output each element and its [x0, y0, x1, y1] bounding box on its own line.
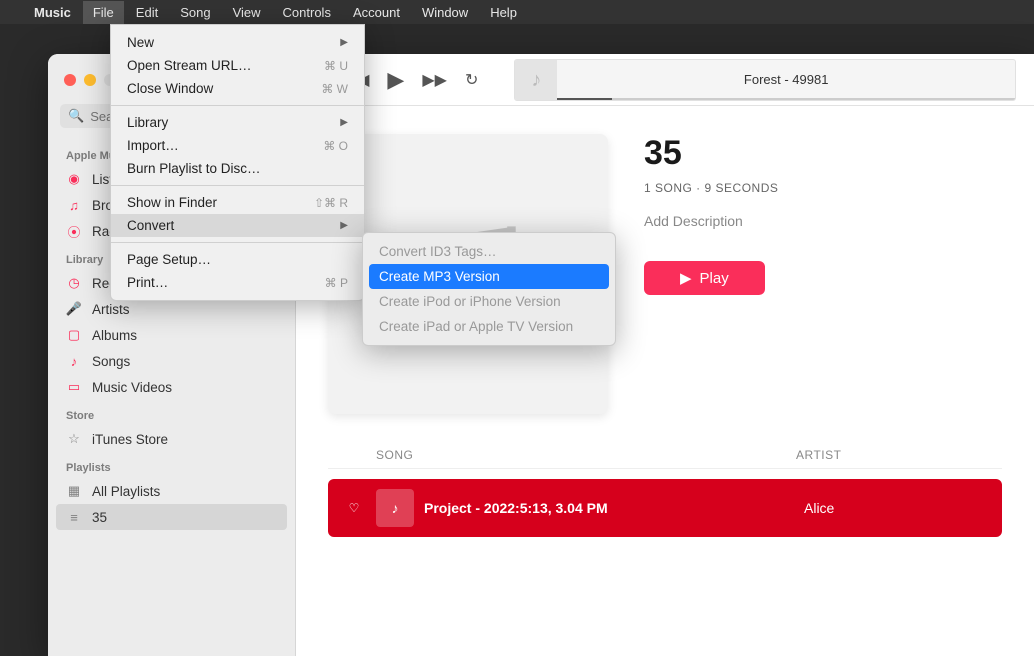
track-artist: Alice: [804, 500, 834, 516]
now-playing-panel[interactable]: ♪ Forest - 49981: [514, 59, 1016, 101]
sidebar-item-playlist-35[interactable]: ≡ 35: [56, 504, 287, 530]
broadcast-icon: ⦿: [66, 223, 82, 239]
sidebar-label: Albums: [92, 328, 137, 343]
submenu-item-create-ipod-or-iphone-version: Create iPod or iPhone Version: [369, 289, 609, 314]
playlist-title: 35: [644, 134, 778, 173]
menu-file[interactable]: File: [83, 1, 124, 24]
column-song[interactable]: SONG: [376, 448, 796, 462]
love-icon[interactable]: ♡: [342, 501, 366, 515]
repeat-icon[interactable]: ↻: [465, 70, 478, 90]
menu-item-print-[interactable]: Print…⌘ P: [111, 271, 364, 294]
minimize-window-button[interactable]: [84, 74, 96, 86]
video-icon: ▭: [66, 379, 82, 395]
menu-item-burn-playlist-to-disc-[interactable]: Burn Playlist to Disc…: [111, 157, 364, 180]
menu-item-show-in-finder[interactable]: Show in Finder⇧⌘ R: [111, 191, 364, 214]
section-store: Store: [48, 400, 295, 426]
system-menubar: Music File Edit Song View Controls Accou…: [0, 0, 1034, 24]
now-playing-thumbnail-icon: ♪: [515, 60, 557, 101]
track-row[interactable]: ♡ ♪ Project - 2022:5:13, 3.04 PM Alice: [328, 479, 1002, 537]
sidebar-item-music-videos[interactable]: ▭ Music Videos: [48, 374, 295, 400]
play-icon[interactable]: ▶: [387, 67, 404, 93]
menu-item-new[interactable]: New▶: [111, 31, 364, 54]
menu-item-close-window[interactable]: Close Window⌘ W: [111, 77, 364, 100]
menu-item-library[interactable]: Library▶: [111, 111, 364, 134]
main-content: ⤨ ◀◀ ▶ ▶▶ ↻ ♪ Forest - 49981 35: [296, 54, 1034, 656]
menu-help[interactable]: Help: [490, 5, 517, 20]
clock-icon: ◷: [66, 275, 82, 291]
menu-view[interactable]: View: [233, 5, 261, 20]
playlist-subtitle: 1 SONG · 9 SECONDS: [644, 181, 778, 195]
track-list: SONG ARTIST ♡ ♪ Project - 2022:5:13, 3.0…: [328, 442, 1002, 537]
menu-song[interactable]: Song: [180, 5, 210, 20]
chevron-right-icon: ▶: [340, 220, 348, 231]
sidebar-label: Music Videos: [92, 380, 172, 395]
search-icon: 🔍: [68, 108, 84, 124]
star-icon: ☆: [66, 431, 82, 447]
menu-item-import-[interactable]: Import…⌘ O: [111, 134, 364, 157]
menu-edit[interactable]: Edit: [136, 5, 158, 20]
next-track-icon[interactable]: ▶▶: [422, 70, 447, 90]
track-header: SONG ARTIST: [328, 442, 1002, 469]
play-button-icon: ▶: [680, 269, 692, 287]
submenu-item-convert-id-tags-: Convert ID3 Tags…: [369, 239, 609, 264]
sidebar-item-itunes-store[interactable]: ☆ iTunes Store: [48, 426, 295, 452]
track-song-title: Project - 2022:5:13, 3.04 PM: [424, 500, 804, 516]
sidebar-label: Artists: [92, 302, 130, 317]
column-artist[interactable]: ARTIST: [796, 448, 841, 462]
section-playlists: Playlists: [48, 452, 295, 478]
menu-item-open-stream-url-[interactable]: Open Stream URL…⌘ U: [111, 54, 364, 77]
player-toolbar: ⤨ ◀◀ ▶ ▶▶ ↻ ♪ Forest - 49981: [296, 54, 1034, 106]
mic-icon: 🎤: [66, 301, 82, 317]
convert-submenu: Convert ID3 Tags…Create MP3 VersionCreat…: [362, 232, 616, 346]
playlist-description[interactable]: Add Description: [644, 213, 778, 229]
submenu-item-create-mp-version[interactable]: Create MP3 Version: [369, 264, 609, 289]
sidebar-label: iTunes Store: [92, 432, 168, 447]
sidebar-item-songs[interactable]: ♪ Songs: [48, 348, 295, 374]
list-icon: ≡: [66, 509, 82, 525]
track-thumbnail-icon: ♪: [376, 489, 414, 527]
now-playing-progress[interactable]: [557, 98, 1015, 100]
close-window-button[interactable]: [64, 74, 76, 86]
sidebar-label: All Playlists: [92, 484, 160, 499]
note-icon: ♪: [66, 353, 82, 369]
sidebar-item-all-playlists[interactable]: ▦ All Playlists: [48, 478, 295, 504]
menu-item-convert[interactable]: Convert▶: [111, 214, 364, 237]
menu-account[interactable]: Account: [353, 5, 400, 20]
play-circle-icon: ◉: [66, 171, 82, 187]
sidebar-label: 35: [92, 510, 107, 525]
sidebar-label: Songs: [92, 354, 130, 369]
chevron-right-icon: ▶: [340, 117, 348, 128]
music-note-icon: ♫: [66, 197, 82, 213]
submenu-item-create-ipad-or-apple-tv-version: Create iPad or Apple TV Version: [369, 314, 609, 339]
now-playing-title: Forest - 49981: [744, 72, 829, 87]
file-menu-dropdown: New▶Open Stream URL…⌘ UClose Window⌘ W Li…: [110, 24, 365, 301]
chevron-right-icon: ▶: [340, 37, 348, 48]
menu-item-page-setup-[interactable]: Page Setup…: [111, 248, 364, 271]
play-button[interactable]: ▶ Play: [644, 261, 765, 295]
play-button-label: Play: [700, 270, 729, 287]
grid-icon: ▦: [66, 483, 82, 499]
playlist-view: 35 1 SONG · 9 SECONDS Add Description ▶ …: [296, 106, 1034, 656]
app-name[interactable]: Music: [34, 5, 71, 20]
menu-controls[interactable]: Controls: [283, 5, 331, 20]
album-icon: ▢: [66, 327, 82, 343]
menu-window[interactable]: Window: [422, 5, 468, 20]
sidebar-item-albums[interactable]: ▢ Albums: [48, 322, 295, 348]
